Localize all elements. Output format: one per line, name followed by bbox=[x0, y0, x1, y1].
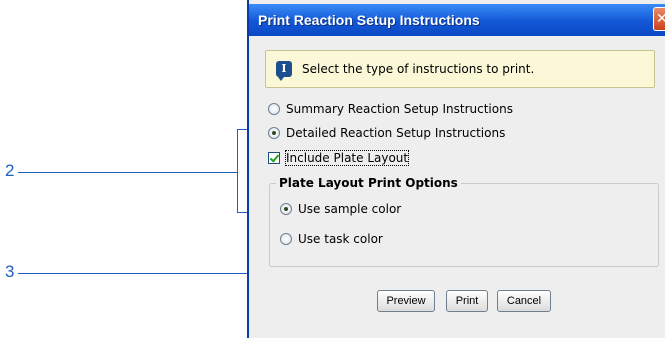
detailed-radio[interactable] bbox=[268, 127, 280, 139]
summary-label: Summary Reaction Setup Instructions bbox=[286, 102, 513, 116]
sample-color-option[interactable]: Use sample color bbox=[280, 202, 401, 216]
task-color-label: Use task color bbox=[298, 232, 383, 246]
dialog-title: Print Reaction Setup Instructions bbox=[258, 12, 480, 28]
close-button[interactable]: ✕ bbox=[653, 7, 665, 31]
print-button[interactable]: Print bbox=[446, 290, 488, 312]
sample-color-label: Use sample color bbox=[298, 202, 402, 216]
include-plate-layout-checkbox[interactable] bbox=[268, 152, 280, 164]
summary-radio[interactable] bbox=[268, 103, 280, 115]
group-title: Plate Layout Print Options bbox=[276, 176, 461, 190]
callout-2-leader bbox=[18, 172, 237, 173]
preview-button[interactable]: Preview bbox=[377, 290, 435, 312]
callout-2-bracket bbox=[237, 129, 238, 213]
instruction-banner: I Select the type of instructions to pri… bbox=[265, 50, 655, 88]
callout-number-2: 2 bbox=[5, 161, 15, 180]
detailed-instructions-option[interactable]: Detailed Reaction Setup Instructions bbox=[268, 126, 505, 140]
callout-number-3: 3 bbox=[5, 262, 15, 281]
dialog-titlebar[interactable]: Print Reaction Setup Instructions ✕ bbox=[249, 4, 665, 36]
task-color-option[interactable]: Use task color bbox=[280, 232, 383, 246]
instruction-text: Select the type of instructions to print… bbox=[302, 62, 535, 76]
close-icon: ✕ bbox=[656, 11, 665, 27]
info-icon: I bbox=[276, 61, 292, 81]
print-instructions-dialog: Print Reaction Setup Instructions ✕ I Se… bbox=[247, 0, 665, 338]
include-plate-layout-label: Include Plate Layout bbox=[284, 150, 410, 166]
task-color-radio[interactable] bbox=[280, 233, 292, 245]
cancel-button[interactable]: Cancel bbox=[497, 290, 551, 312]
detailed-label: Detailed Reaction Setup Instructions bbox=[286, 126, 506, 140]
include-plate-layout-option[interactable]: Include Plate Layout bbox=[268, 150, 410, 166]
plate-layout-print-options-group: Plate Layout Print Options Use sample co… bbox=[269, 176, 659, 267]
sample-color-radio[interactable] bbox=[280, 203, 292, 215]
summary-instructions-option[interactable]: Summary Reaction Setup Instructions bbox=[268, 102, 513, 116]
